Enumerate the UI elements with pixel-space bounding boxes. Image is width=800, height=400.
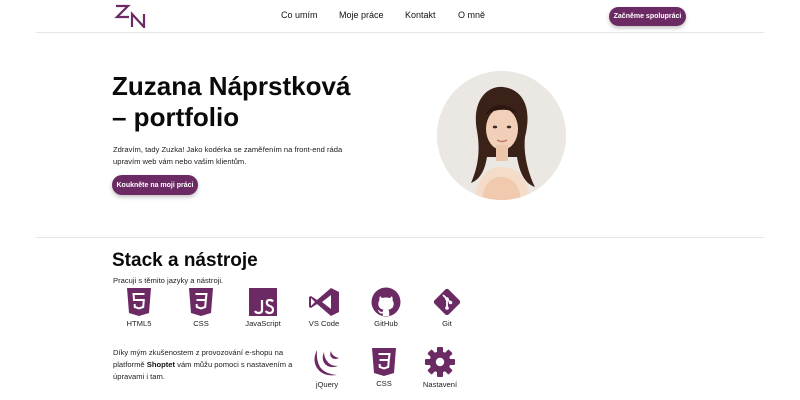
site-header: Co umím Moje práce Kontakt O mně Začněme… <box>0 0 800 32</box>
github-icon <box>371 287 401 317</box>
tool-github: GitHub <box>360 287 412 328</box>
avatar <box>437 71 566 200</box>
css3-icon <box>372 348 396 376</box>
css3-icon <box>189 288 213 316</box>
tool-jquery: jQuery <box>301 346 353 389</box>
vscode-icon <box>309 288 339 316</box>
stack-subtitle: Pracuji s těmito jazyky a nástroji. <box>113 276 224 285</box>
html5-icon <box>127 288 151 316</box>
git-icon <box>433 288 461 316</box>
tool-css: CSS <box>175 287 227 328</box>
tool-git: Git <box>421 287 473 328</box>
tool-label: HTML5 <box>126 319 152 328</box>
tool-vscode: VS Code <box>298 287 350 328</box>
header-divider <box>36 32 764 33</box>
stack-title: Stack a nástroje <box>112 250 258 271</box>
page-title-line1: Zuzana Náprstková <box>112 71 351 101</box>
nav-item-work[interactable]: Moje práce <box>339 10 384 20</box>
tool-label: CSS <box>376 379 392 388</box>
gear-icon <box>425 347 455 377</box>
tool-settings: Nastavení <box>414 346 466 389</box>
tool-label: Git <box>442 319 452 328</box>
tool-label: JavaScript <box>245 319 281 328</box>
shoptet-highlight: Shoptet <box>146 360 176 369</box>
shoptet-description: Díky mým zkušenostem z provozování e-sho… <box>113 347 303 383</box>
view-work-button[interactable]: Koukněte na moji práci <box>112 175 198 195</box>
tool-label: GitHub <box>374 319 398 328</box>
tool-label: Nastavení <box>422 380 458 389</box>
nav-item-skills[interactable]: Co umím <box>281 10 318 20</box>
portrait-image <box>437 71 566 200</box>
hero-intro: Zdravím, tady Zuzka! Jako kodérka se zam… <box>113 145 343 166</box>
jquery-icon <box>314 350 339 376</box>
nav-item-about[interactable]: O mně <box>458 10 485 20</box>
page-title-line2: – portfolio <box>112 102 240 132</box>
tool-label: jQuery <box>315 380 339 389</box>
tool-label: VS Code <box>308 319 340 328</box>
tool-javascript: JavaScript <box>237 287 289 328</box>
javascript-icon <box>249 288 277 316</box>
tool-label: CSS <box>193 319 209 328</box>
nav-item-contact[interactable]: Kontakt <box>405 10 436 20</box>
page-title: Zuzana Náprstková – portfolio <box>112 71 402 133</box>
start-cooperation-button[interactable]: Začněme spolupráci <box>609 7 686 26</box>
tool-css-shoptet: CSS <box>358 347 410 388</box>
tool-html5: HTML5 <box>113 287 165 328</box>
section-divider <box>36 237 764 238</box>
